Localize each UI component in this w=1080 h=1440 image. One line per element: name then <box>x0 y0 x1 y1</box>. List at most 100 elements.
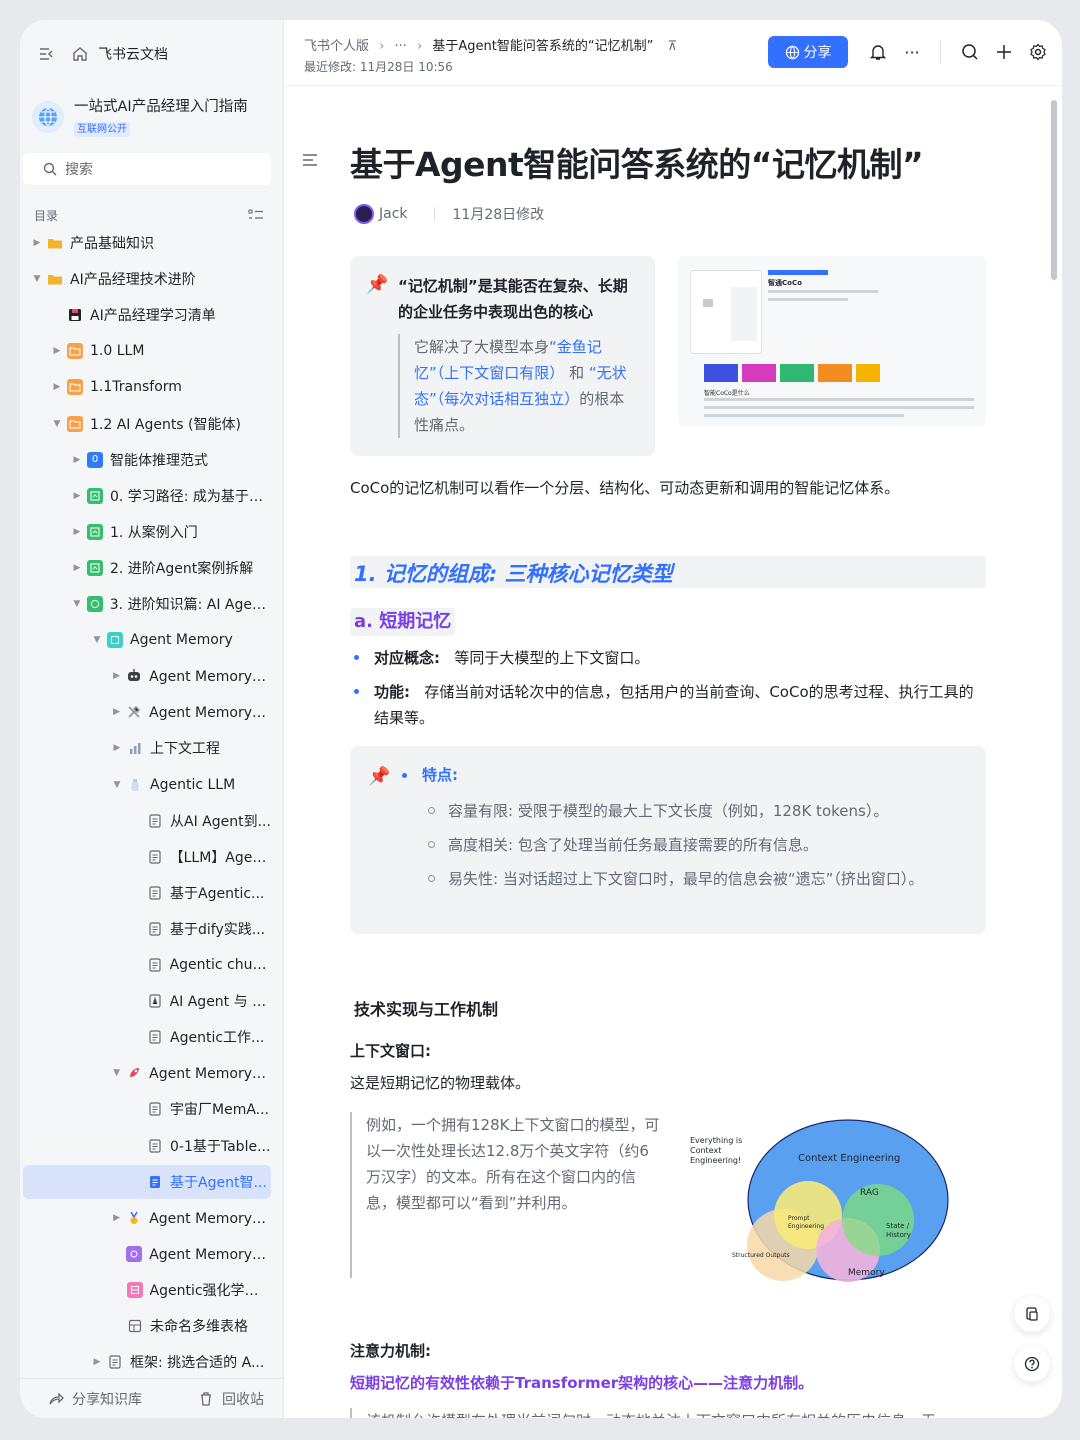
caret-down-icon[interactable]: ▼ <box>111 1068 122 1078</box>
copy-link-button[interactable] <box>1014 1296 1050 1332</box>
sidebar-tree-item[interactable]: ▶ Agent Memory项... <box>23 1201 271 1235</box>
callout-block[interactable]: 📌 特点: 容量有限: 受限于模型的最大上下文长度（例如，128K tokens… <box>350 746 986 934</box>
sidebar-tree-item[interactable]: ▶ 0. 学习路径: 成为基于A... <box>23 479 271 513</box>
sidebar-tree-item[interactable]: 从AI Agent到... <box>23 804 271 838</box>
doc-icon <box>147 1138 163 1154</box>
doc-icon <box>147 921 163 937</box>
breadcrumb-current[interactable]: 基于Agent智能问答系统的“记忆机制” <box>432 39 653 54</box>
sidebar-tree-item[interactable]: ▶ 0 智能体推理范式 <box>23 443 271 477</box>
sidebar-tree-item[interactable]: ▶ Agent Memory入门 <box>23 659 271 693</box>
sidebar-tree-label: 基于Agent智... <box>170 1174 267 1191</box>
sidebar-tree-label: 1.1Transform <box>90 379 182 396</box>
caret-down-icon[interactable]: ▼ <box>51 419 63 429</box>
trash-button[interactable]: 回收站 <box>190 1389 264 1409</box>
share-button[interactable]: 分享 <box>768 36 848 68</box>
mock-tabs <box>768 270 828 275</box>
author-line: Jack 11月28日修改 <box>354 202 544 226</box>
caret-right-icon[interactable]: ▶ <box>51 382 63 392</box>
list-view-icon[interactable] <box>248 208 264 222</box>
sidebar-tree-item[interactable]: ▶ 框架: 挑选合适的 A... <box>23 1345 271 1379</box>
callout-block[interactable]: 📌 “记忆机制”是其能否在复杂、长期的企业任务中表现出色的核心 它解决了大模型本… <box>350 256 655 456</box>
caret-right-icon[interactable]: ▶ <box>111 707 122 717</box>
sidebar-tree-item[interactable]: 基于Agentic... <box>23 876 271 910</box>
bell-icon[interactable] <box>866 40 890 64</box>
help-button[interactable] <box>1014 1346 1050 1382</box>
caret-right-icon[interactable]: ▶ <box>71 527 83 537</box>
caret-down-icon[interactable]: ▼ <box>111 780 123 790</box>
caret-right-icon[interactable]: ▶ <box>31 238 43 248</box>
caret-right-icon[interactable]: ▶ <box>71 491 83 501</box>
venn-diagram-image[interactable]: Everything is Context Engineering! Conte… <box>688 1110 958 1285</box>
caret-down-icon[interactable]: ▼ <box>31 274 43 284</box>
add-icon[interactable] <box>992 40 1016 64</box>
sidebar-tree-item[interactable]: ▼ 1.2 AI Agents (智能体) <box>23 407 271 441</box>
scrollbar-thumb[interactable] <box>1051 100 1057 280</box>
sidebar-tree-item[interactable]: ▼ Agent Memory <box>23 623 271 657</box>
breadcrumb-root[interactable]: 飞书个人版 <box>304 39 369 54</box>
sidebar-tree-item[interactable]: Agentic工作... <box>23 1020 271 1054</box>
pdf-icon <box>147 993 163 1009</box>
caret-right-icon[interactable]: ▶ <box>71 455 83 465</box>
sidebar-tree-item[interactable]: ▼ Agentic LLM <box>23 768 271 802</box>
sidebar-tree-item[interactable]: ▶ 产品基础知识 <box>23 226 271 260</box>
sidebar-tree-item[interactable]: ▼ 3. 进阶知识篇: AI Agen... <box>23 587 271 621</box>
sidebar-footer: 分享知识库 回收站 <box>20 1378 284 1418</box>
public-badge: 互联网公开 <box>74 122 130 137</box>
sidebar-tree-item[interactable]: ▶ 上下文工程 <box>23 731 271 765</box>
sidebar-tree-item[interactable]: 宇宙厂MemA... <box>23 1092 271 1126</box>
sidebar-tree-item[interactable]: Agentic强化学习.... <box>23 1273 271 1307</box>
share-kb-button[interactable]: 分享知识库 <box>40 1389 142 1409</box>
scrollbar[interactable] <box>1050 96 1058 1416</box>
caret-right-icon[interactable]: ▶ <box>51 346 63 356</box>
author-name[interactable]: Jack <box>379 206 408 222</box>
app-window: 飞书云文档 一站式AI产品经理入门指南 互联网公开 搜索 目录 ▶ 产品基础知识 ▼… <box>20 20 1062 1418</box>
sidebar-tree-item[interactable]: AI产品经理学习清单 <box>23 298 271 332</box>
sidebar-tree-item[interactable]: Agent Memory必... <box>23 1237 271 1271</box>
toolbar-divider <box>940 40 941 64</box>
sidebar-tree-item[interactable]: ▶ Agent Memory实现 <box>23 695 271 729</box>
settings-icon[interactable] <box>1026 40 1050 64</box>
outline-icon[interactable] <box>302 152 318 171</box>
app-title[interactable]: 飞书云文档 <box>98 44 168 64</box>
sidebar-tree-item[interactable]: ▶ 1. 从案例入门 <box>23 515 271 549</box>
search-box[interactable]: 搜索 <box>23 153 271 185</box>
pin-doc-icon[interactable]: ⊼ <box>667 39 677 54</box>
collapse-sidebar-icon[interactable] <box>38 46 54 62</box>
sidebar-tree-item[interactable]: 基于Agent智... <box>23 1164 271 1199</box>
sidebar-tree-item[interactable]: ▶ 1.0 LLM <box>23 334 271 368</box>
share-icon <box>48 1391 64 1407</box>
sidebar-tree-item[interactable]: ▶ 2. 进阶Agent案例拆解 <box>23 551 271 585</box>
blue-0-icon: 0 <box>87 451 103 468</box>
sidebar-tree-item[interactable]: Agentic chun... <box>23 948 271 982</box>
sidebar-tree-item[interactable]: 基于dify实践... <box>23 912 271 946</box>
sidebar-tree-item[interactable]: ▼ Agent Memory搭建 <box>23 1056 271 1090</box>
avatar[interactable] <box>354 204 374 224</box>
heading-2-text: a. 短期记忆 <box>354 611 452 632</box>
mock-line <box>768 290 878 293</box>
doc-icon <box>147 1101 163 1117</box>
caret-down-icon[interactable]: ▼ <box>71 599 83 609</box>
rocket-icon <box>126 1065 142 1081</box>
sidebar-tree-item[interactable]: 0-1基于Table... <box>23 1129 271 1163</box>
search-icon[interactable] <box>958 40 982 64</box>
sidebar-tree-item[interactable]: ▼ AI产品经理技术进阶 <box>23 262 271 296</box>
breadcrumb-sep-icon: › <box>417 39 423 54</box>
knowledge-base-header[interactable]: 一站式AI产品经理入门指南 互联网公开 <box>32 92 276 142</box>
green-sheet-icon <box>87 559 103 576</box>
caret-right-icon[interactable]: ▶ <box>71 563 83 573</box>
caret-right-icon[interactable]: ▶ <box>111 671 122 681</box>
sidebar-tree-item[interactable]: ▶ 1.1Transform <box>23 370 271 404</box>
chart-icon <box>127 740 143 756</box>
sidebar-tree-label: Agent Memory项... <box>149 1210 271 1227</box>
sidebar-tree-item[interactable]: AI Agent 与 A... <box>23 984 271 1018</box>
home-icon[interactable] <box>72 46 88 62</box>
sidebar-tree-item[interactable]: 未命名多维表格 <box>23 1309 271 1343</box>
sidebar-tree-item[interactable]: 【LLM】Agen... <box>23 840 271 874</box>
screenshot-image[interactable]: 智通CoCo 智能CoCo是什么 <box>678 256 986 426</box>
caret-right-icon[interactable]: ▶ <box>91 1357 103 1367</box>
caret-right-icon[interactable]: ▶ <box>111 1213 122 1223</box>
more-icon[interactable]: ··· <box>900 40 924 64</box>
caret-right-icon[interactable]: ▶ <box>111 743 123 753</box>
breadcrumb-more[interactable]: ··· <box>395 39 407 54</box>
caret-down-icon[interactable]: ▼ <box>91 635 103 645</box>
